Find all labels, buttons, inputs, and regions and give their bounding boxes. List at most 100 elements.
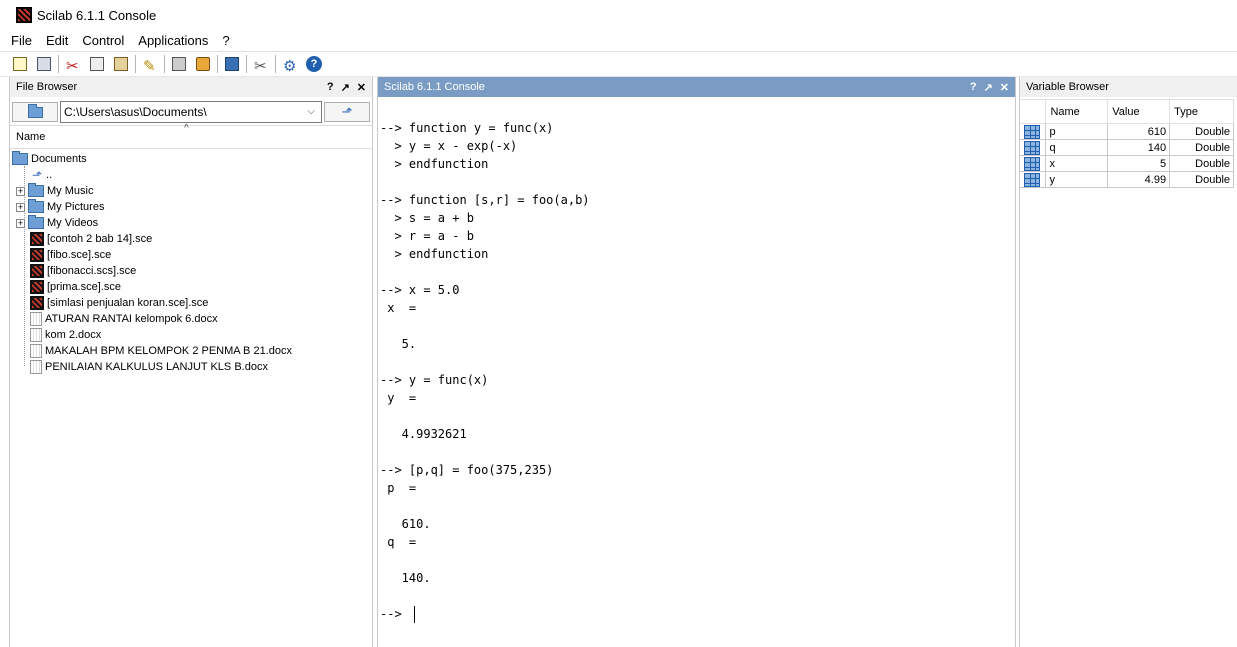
- console-line: 4.9932621: [380, 427, 467, 441]
- document-file-icon: [30, 360, 42, 374]
- type-column-header[interactable]: Type: [1169, 99, 1234, 124]
- variable-row[interactable]: x 5 Double: [1020, 155, 1234, 172]
- console-line: p =: [380, 481, 417, 495]
- console-line: > endfunction: [380, 247, 489, 261]
- expand-icon[interactable]: +: [16, 202, 25, 212]
- tree-item-label: My Music: [47, 185, 94, 197]
- print-button[interactable]: [169, 54, 189, 74]
- close-icon[interactable]: ✕: [357, 81, 366, 94]
- variable-value-cell: 5: [1107, 155, 1171, 172]
- tree-item-file[interactable]: ATURAN RANTAI kelompok 6.docx: [10, 311, 372, 327]
- variable-browser-panel: Variable Browser Name Value Type p 610 Dou…: [1019, 77, 1237, 647]
- help-icon[interactable]: ?: [970, 81, 977, 93]
- console-line: 140.: [380, 571, 431, 585]
- tree-item-file[interactable]: [prima.sce].sce: [10, 279, 372, 295]
- tree-item-label: [simlasi penjualan koran.sce].sce: [47, 297, 209, 309]
- variable-browser-header: Variable Browser: [1020, 77, 1237, 97]
- menu-applications[interactable]: Applications: [135, 33, 211, 48]
- variable-name-cell: y: [1045, 171, 1109, 188]
- close-icon[interactable]: ✕: [1000, 81, 1009, 94]
- expand-icon[interactable]: +: [16, 186, 25, 196]
- title-bar: Scilab 6.1.1 Console: [0, 0, 1237, 30]
- scilab-file-icon: [30, 248, 44, 262]
- tree-root[interactable]: Documents: [10, 151, 372, 167]
- menu-control[interactable]: Control: [79, 33, 127, 48]
- variable-name-cell: p: [1045, 123, 1109, 140]
- path-combo[interactable]: C:\Users\asus\Documents\ ⌵: [60, 101, 322, 123]
- tree-item-file[interactable]: [simlasi penjualan koran.sce].sce: [10, 295, 372, 311]
- help-button[interactable]: ?: [304, 54, 324, 74]
- menu-bar: File Edit Control Applications ?: [0, 30, 1237, 50]
- undock-icon[interactable]: ↗: [341, 81, 350, 94]
- text-cursor: [413, 606, 415, 623]
- variable-row[interactable]: q 140 Double: [1020, 139, 1234, 156]
- console-line: y =: [380, 391, 417, 405]
- menu-edit[interactable]: Edit: [43, 33, 71, 48]
- variable-type-cell: Double: [1169, 123, 1234, 140]
- tree-item-file[interactable]: [fibonacci.scs].sce: [10, 263, 372, 279]
- name-column-header[interactable]: ^ Name: [10, 123, 372, 149]
- variable-value-cell: 4.99: [1107, 171, 1171, 188]
- console-prompt[interactable]: -->: [378, 605, 1015, 623]
- toolbar-separator: [246, 55, 247, 73]
- variable-value-cell: 140: [1107, 139, 1171, 156]
- cut-icon: ✂: [66, 58, 79, 75]
- open-file-button[interactable]: [34, 54, 54, 74]
- dock-button[interactable]: [193, 54, 213, 74]
- prompt-text: -->: [380, 607, 409, 621]
- select-folder-button[interactable]: [12, 102, 58, 122]
- console-title: Scilab 6.1.1 Console: [384, 81, 485, 93]
- variable-row[interactable]: y 4.99 Double: [1020, 171, 1234, 188]
- matrix-icon: [1024, 140, 1040, 155]
- variable-browser-button[interactable]: [222, 54, 242, 74]
- help-icon: ?: [306, 56, 322, 72]
- chevron-down-icon[interactable]: ⌵: [307, 106, 315, 117]
- tree-item-file[interactable]: MAKALAH BPM KELOMPOK 2 PENMA B 21.docx: [10, 343, 372, 359]
- clear-console-button[interactable]: ✎: [140, 54, 160, 75]
- tree-item-file[interactable]: [contoh 2 bab 14].sce: [10, 231, 372, 247]
- scilab-logo-icon: [16, 7, 32, 23]
- toolbar: ✂ ✎ ✂ ⚙ ?: [0, 51, 1237, 77]
- tree-item-folder[interactable]: + My Pictures: [10, 199, 372, 215]
- console-line: x =: [380, 301, 417, 315]
- console-line: q =: [380, 535, 417, 549]
- document-file-icon: [30, 328, 42, 342]
- name-column-header[interactable]: Name: [1045, 99, 1109, 124]
- tree-item-label: [contoh 2 bab 14].sce: [47, 233, 153, 245]
- module-manager-button[interactable]: ✂: [251, 54, 271, 75]
- matrix-icon: [1024, 172, 1040, 187]
- folder-icon: [28, 215, 44, 229]
- tree-item-file[interactable]: kom 2.docx: [10, 327, 372, 343]
- undock-icon[interactable]: ↗: [984, 81, 993, 94]
- variable-browser-title: Variable Browser: [1026, 81, 1109, 93]
- copy-button[interactable]: [87, 54, 107, 74]
- console-output[interactable]: --> function y = func(x) > y = x - exp(-…: [378, 97, 1015, 623]
- help-icon[interactable]: ?: [327, 81, 334, 93]
- tree-item-folder[interactable]: + My Music: [10, 183, 372, 199]
- variable-name-cell: x: [1045, 155, 1109, 172]
- menu-help[interactable]: ?: [219, 33, 232, 48]
- expand-icon[interactable]: +: [16, 218, 25, 228]
- paste-button[interactable]: [111, 54, 131, 74]
- tree-item-folder[interactable]: + My Videos: [10, 215, 372, 231]
- variable-row[interactable]: p 610 Double: [1020, 123, 1234, 140]
- tree-item-parent[interactable]: ⬏ ..: [10, 167, 372, 183]
- parent-folder-button[interactable]: ⬏: [324, 102, 370, 122]
- preferences-button[interactable]: ⚙: [280, 54, 300, 75]
- parent-folder-icon: ⬏: [32, 168, 43, 182]
- dock-icon: [196, 57, 210, 71]
- new-script-button[interactable]: [10, 54, 30, 74]
- tree-item-file[interactable]: [fibo.sce].sce: [10, 247, 372, 263]
- toolbar-separator: [135, 55, 136, 73]
- value-column-header[interactable]: Value: [1107, 99, 1171, 124]
- menu-file[interactable]: File: [8, 33, 35, 48]
- tree-item-file[interactable]: PENILAIAN KALKULUS LANJUT KLS B.docx: [10, 359, 372, 375]
- variable-table: Name Value Type p 610 Double q 140 Double x 5 Do…: [1020, 99, 1234, 188]
- cut-button[interactable]: ✂: [63, 54, 83, 75]
